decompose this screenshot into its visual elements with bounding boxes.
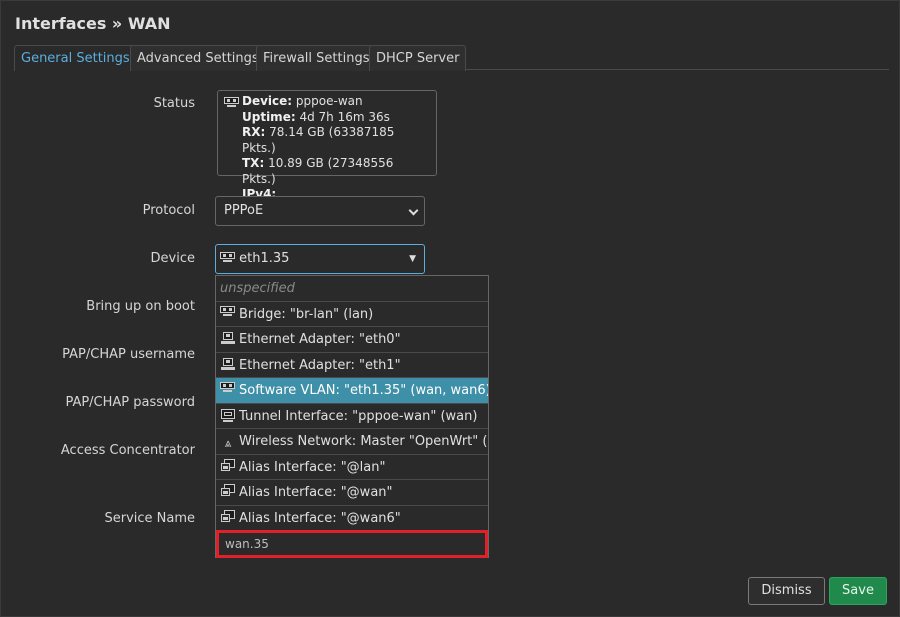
access-concentrator-label: Access Concentrator	[60, 443, 195, 458]
dropdown-item-label: Wireless Network: Master "OpenWrt" (lan)	[239, 434, 488, 449]
device-label: Device	[150, 251, 195, 266]
interface-modal: Interfaces » WAN General Settings Advanc…	[0, 0, 900, 617]
alias-icon	[220, 484, 236, 498]
caret-down-icon: ▼	[409, 254, 416, 264]
dismiss-button[interactable]: Dismiss	[748, 577, 825, 605]
network-device-icon	[224, 97, 239, 108]
dropdown-item-alias-wan6[interactable]: Alias Interface: "@wan6"	[216, 506, 488, 531]
protocol-label: Protocol	[142, 203, 195, 218]
dropdown-item-eth0[interactable]: Ethernet Adapter: "eth0"	[216, 327, 488, 353]
dropdown-item-wireless[interactable]: ⩓ Wireless Network: Master "OpenWrt" (lan…	[216, 429, 488, 455]
password-label: PAP/CHAP password	[65, 395, 195, 410]
bring-up-on-boot-label: Bring up on boot	[86, 299, 195, 314]
status-device-key: Device:	[242, 94, 293, 108]
tab-advanced-settings[interactable]: Advanced Settings	[130, 45, 266, 71]
tab-firewall-settings[interactable]: Firewall Settings	[256, 45, 377, 71]
dropdown-item-pppoe-wan[interactable]: Tunnel Interface: "pppoe-wan" (wan)	[216, 404, 488, 429]
dropdown-item-label: Ethernet Adapter: "eth1"	[239, 357, 401, 373]
wifi-icon: ⩓	[224, 436, 232, 450]
tunnel-icon	[220, 408, 236, 422]
username-label: PAP/CHAP username	[62, 347, 195, 362]
alias-icon	[220, 509, 236, 524]
page-title: Interfaces » WAN	[15, 14, 171, 33]
status-tx-key: TX:	[242, 156, 265, 170]
vlan-icon	[220, 382, 236, 396]
dropdown-item-label: Alias Interface: "@lan"	[239, 459, 386, 475]
status-rx-value: 78.14 GB (63387185 Pkts.)	[242, 125, 395, 155]
dropdown-item-label: Alias Interface: "@wan"	[239, 485, 393, 500]
status-uptime-key: Uptime:	[242, 109, 296, 124]
dropdown-item-alias-wan[interactable]: Alias Interface: "@wan"	[216, 480, 488, 506]
dropdown-item-label: Tunnel Interface: "pppoe-wan" (wan)	[239, 408, 478, 424]
status-rx-key: RX:	[242, 125, 266, 139]
dropdown-item-label: Ethernet Adapter: "eth0"	[239, 332, 401, 347]
device-select[interactable]: eth1.35 ▼	[215, 244, 425, 274]
save-button[interactable]: Save	[829, 577, 887, 605]
dropdown-item-unspecified[interactable]: unspecified	[216, 276, 488, 302]
dropdown-item-br-lan[interactable]: Bridge: "br-lan" (lan)	[216, 302, 488, 327]
dropdown-item-label: Software VLAN: "eth1.35" (wan, wan6)	[239, 383, 488, 398]
device-dropdown: unspecified Bridge: "br-lan" (lan) Ether…	[215, 275, 489, 558]
ethernet-icon	[220, 357, 236, 371]
chevron-down-icon	[408, 205, 419, 216]
tab-bar: General Settings Advanced Settings Firew…	[14, 45, 889, 71]
service-name-label: Service Name	[104, 511, 195, 526]
status-uptime-value: 4d 7h 16m 36s	[299, 109, 390, 124]
status-label: Status	[153, 96, 195, 111]
alias-icon	[220, 458, 236, 473]
tab-general-settings[interactable]: General Settings	[14, 45, 137, 71]
vlan-icon	[220, 252, 235, 263]
status-panel: Device: pppoe-wan Uptime: 4d 7h 16m 36s …	[217, 90, 437, 201]
dropdown-item-eth1-35[interactable]: Software VLAN: "eth1.35" (wan, wan6)	[216, 378, 488, 404]
dropdown-item-alias-lan[interactable]: Alias Interface: "@lan"	[216, 455, 488, 480]
dropdown-item-eth1[interactable]: Ethernet Adapter: "eth1"	[216, 353, 488, 378]
custom-device-row	[216, 530, 488, 558]
dropdown-item-label: Bridge: "br-lan" (lan)	[239, 306, 374, 322]
device-value: eth1.35	[239, 251, 290, 266]
status-device-value: pppoe-wan	[295, 94, 363, 108]
custom-device-input[interactable]	[225, 533, 485, 555]
status-tx-value: 10.89 GB (27348556 Pkts.)	[242, 156, 394, 186]
ethernet-icon	[220, 331, 236, 345]
tab-dhcp-server[interactable]: DHCP Server	[369, 45, 467, 71]
bridge-icon	[220, 305, 236, 320]
dropdown-item-label: Alias Interface: "@wan6"	[239, 510, 401, 526]
protocol-select[interactable]: PPPoE	[215, 196, 425, 226]
protocol-value: PPPoE	[224, 203, 264, 218]
